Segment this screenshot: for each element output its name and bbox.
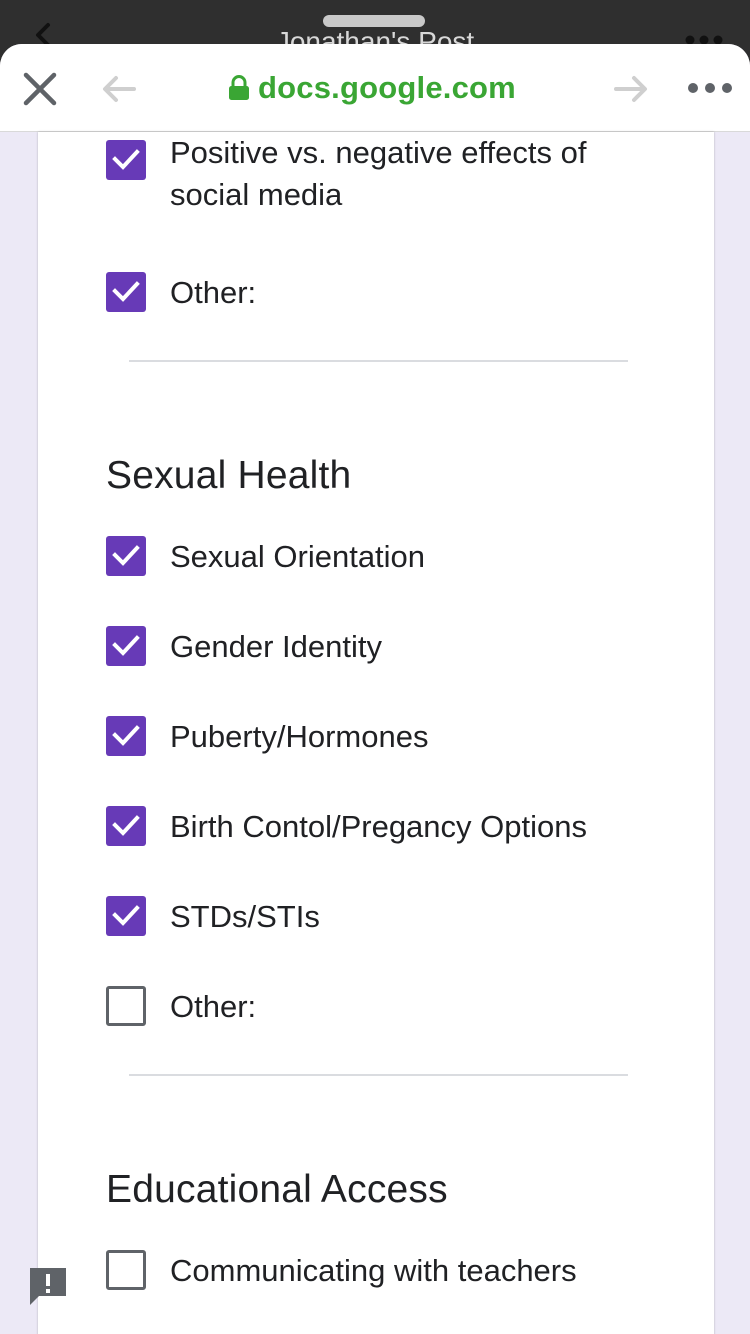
option-label: Birth Contol/Pregancy Options <box>170 809 587 844</box>
option-label: Sexual Orientation <box>170 539 426 574</box>
checkbox-checked[interactable] <box>106 272 146 312</box>
url-text: docs.google.com <box>258 70 516 105</box>
browser-toolbar: docs.google.com <box>0 44 750 132</box>
section-title-educational-access: Educational Access <box>106 1168 448 1211</box>
option-label: STDs/STIs <box>170 899 320 934</box>
checkmark-icon <box>112 149 140 170</box>
more-horizontal-icon[interactable] <box>686 80 734 96</box>
sheet-grab-handle[interactable] <box>323 15 425 27</box>
arrow-left-icon[interactable] <box>100 74 138 104</box>
option-label: Gender Identity <box>170 629 382 664</box>
lock-icon <box>229 75 249 100</box>
section-divider <box>129 360 628 362</box>
option-label: Other: <box>170 989 257 1024</box>
checkbox-unchecked[interactable] <box>106 1250 146 1290</box>
option-label: Positive vs. negative effects of social … <box>170 135 587 212</box>
option-label: Other: <box>170 275 257 310</box>
option-label: Communicating with teachers <box>170 1253 577 1288</box>
checkbox-checked[interactable] <box>106 896 146 936</box>
checkmark-icon <box>112 905 140 926</box>
checkmark-icon <box>112 815 140 836</box>
checkbox-checked[interactable] <box>106 140 146 180</box>
arrow-right-icon[interactable] <box>612 74 650 104</box>
url-bar[interactable]: docs.google.com <box>228 68 516 108</box>
report-feedback-icon[interactable] <box>27 1265 69 1307</box>
checkmark-icon <box>112 725 140 746</box>
section-title-sexual-health: Sexual Health <box>106 454 352 497</box>
checkbox-unchecked[interactable] <box>106 986 146 1026</box>
checkmark-icon <box>112 281 140 302</box>
checkmark-icon <box>112 635 140 656</box>
option-label: Puberty/Hormones <box>170 719 429 754</box>
checkbox-checked[interactable] <box>106 536 146 576</box>
section-divider <box>129 1074 628 1076</box>
browser-sheet: docs.google.com Positive vs. negative ef… <box>0 44 750 1334</box>
checkbox-checked[interactable] <box>106 806 146 846</box>
checkbox-checked[interactable] <box>106 716 146 756</box>
close-icon[interactable] <box>22 71 58 107</box>
checkbox-checked[interactable] <box>106 626 146 666</box>
form-card: Positive vs. negative effects of social … <box>38 132 714 1334</box>
checkmark-icon <box>112 545 140 566</box>
